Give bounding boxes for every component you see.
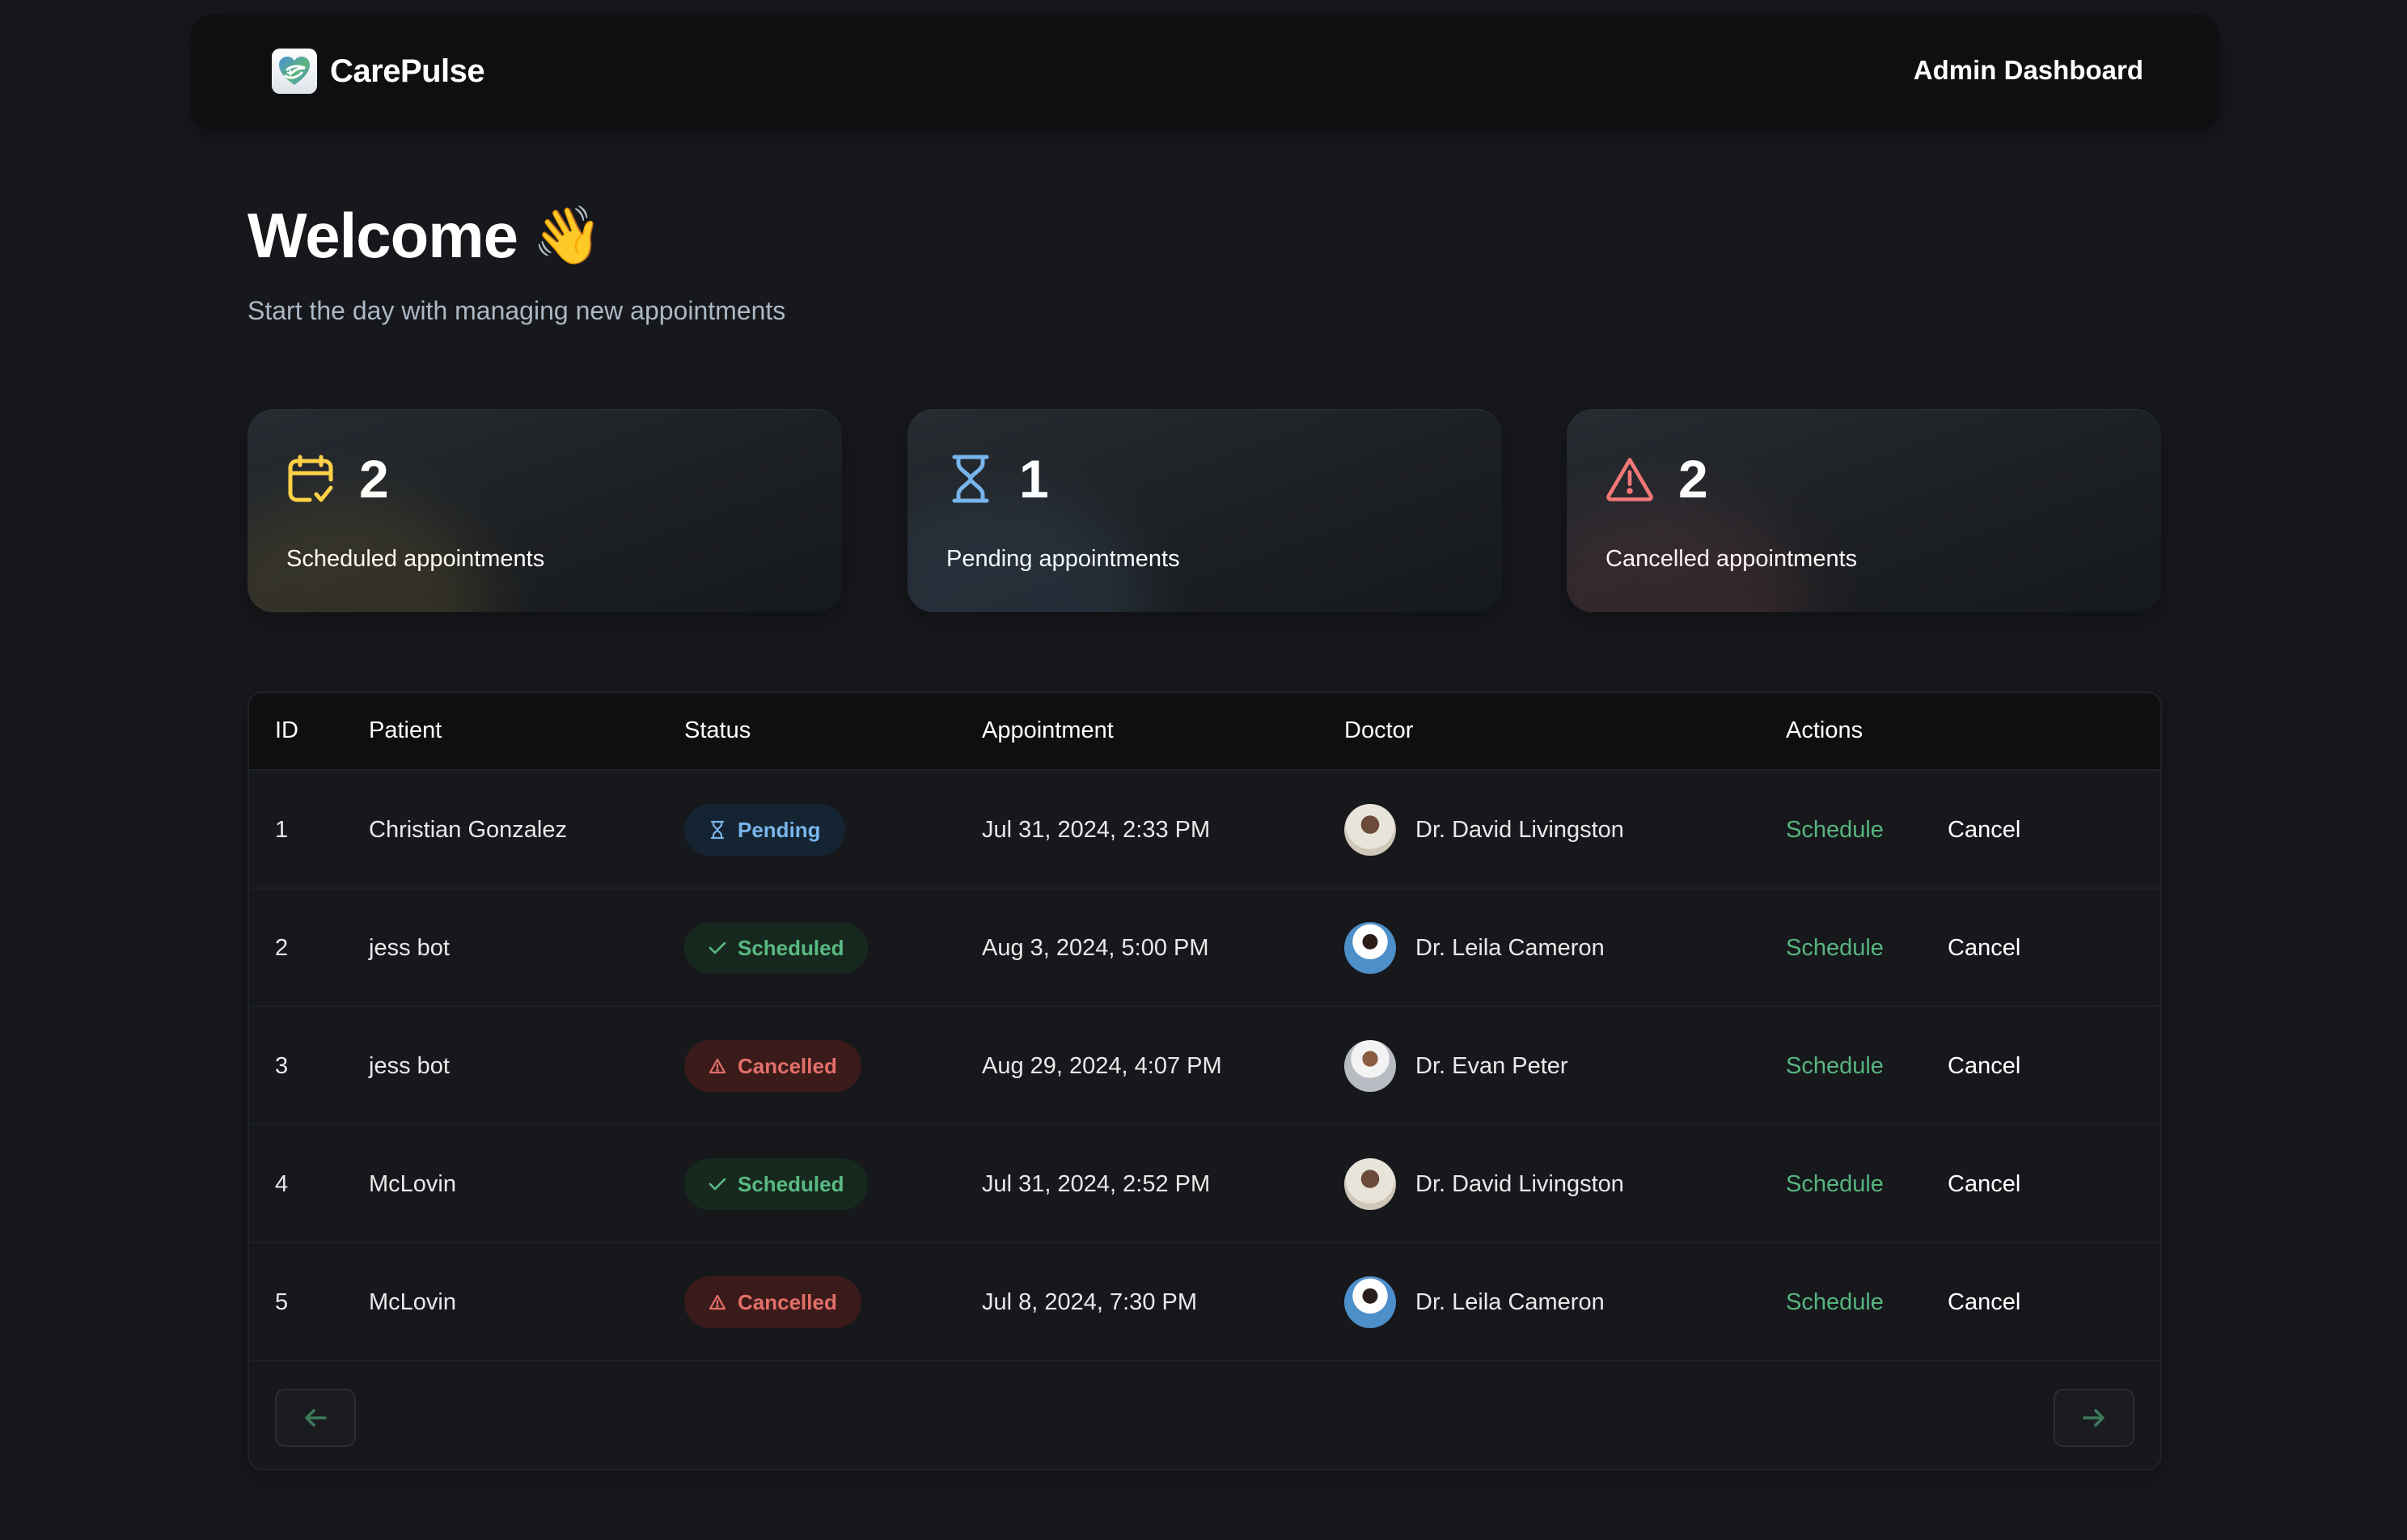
doctor-name: Dr. David Livingston [1415, 816, 1624, 843]
arrow-right-icon [2083, 1409, 2105, 1427]
cell-id: 1 [275, 816, 289, 843]
header-title: Admin Dashboard [1913, 55, 2143, 85]
doctor-name: Dr. Leila Cameron [1415, 1288, 1605, 1315]
schedule-button[interactable]: Schedule [1786, 1243, 1884, 1361]
status-text: Pending [738, 817, 821, 842]
cell-patient: jess bot [369, 934, 450, 961]
stat-card-cancelled: 2 Cancelled appointments [1567, 409, 2161, 612]
column-header-doctor: Doctor [1344, 717, 1414, 743]
status-badge: Scheduled [684, 922, 869, 974]
cancelled-count: 2 [1678, 449, 1708, 509]
cell-patient: McLovin [369, 1288, 456, 1315]
calendar-check-icon [286, 453, 335, 505]
doctor-name: Dr. Evan Peter [1415, 1052, 1568, 1079]
cell-appointment: Jul 31, 2024, 2:33 PM [982, 816, 1211, 843]
doctor-avatar [1344, 1158, 1396, 1210]
cell-patient: McLovin [369, 1170, 456, 1197]
table-header: ID Patient Status Appointment Doctor Act… [249, 693, 2160, 771]
brand-logo[interactable]: CarePulse [272, 49, 485, 94]
cell-doctor: Dr. Leila Cameron [1344, 889, 1605, 1007]
hourglass-icon [709, 820, 726, 840]
doctor-name: Dr. David Livingston [1415, 1170, 1624, 1197]
cell-status: Scheduled [684, 1125, 869, 1243]
alert-triangle-icon [709, 1292, 726, 1312]
column-header-id: ID [275, 717, 298, 743]
doctor-avatar [1344, 1040, 1396, 1092]
table-row: 1 Christian Gonzalez Pending Jul 31, 2024, … [249, 771, 2160, 889]
next-page-button[interactable] [2054, 1389, 2134, 1447]
check-icon [709, 938, 726, 958]
doctor-avatar [1344, 804, 1396, 856]
brand-name: CarePulse [330, 53, 485, 89]
cell-appointment: Jul 31, 2024, 2:52 PM [982, 1170, 1211, 1197]
cell-id: 4 [275, 1170, 289, 1197]
status-text: Cancelled [738, 1289, 837, 1314]
doctor-avatar [1344, 922, 1396, 974]
column-header-appointment: Appointment [982, 717, 1114, 743]
cell-doctor: Dr. Leila Cameron [1344, 1243, 1605, 1361]
status-badge: Pending [684, 804, 845, 856]
column-header-status: Status [684, 717, 751, 743]
status-text: Scheduled [738, 935, 844, 960]
check-icon [709, 1174, 726, 1194]
pending-label: Pending appointments [946, 546, 1180, 572]
scheduled-label: Scheduled appointments [286, 546, 545, 572]
status-badge: Cancelled [684, 1040, 861, 1092]
alert-triangle-icon [709, 1056, 726, 1076]
cancel-button[interactable]: Cancel [1948, 771, 2020, 889]
cell-doctor: Dr. David Livingston [1344, 1125, 1624, 1243]
cell-appointment: Aug 3, 2024, 5:00 PM [982, 934, 1209, 961]
carepulse-logo-icon [272, 49, 317, 94]
doctor-name: Dr. Leila Cameron [1415, 934, 1605, 961]
cell-doctor: Dr. Evan Peter [1344, 1007, 1568, 1125]
welcome-title: Welcome [247, 200, 518, 271]
status-text: Cancelled [738, 1053, 837, 1078]
cancelled-label: Cancelled appointments [1605, 546, 1858, 572]
cell-id: 2 [275, 934, 289, 961]
stat-card-pending: 1 Pending appointments [907, 409, 1502, 612]
welcome-heading: Welcome 👋 [247, 199, 603, 273]
hourglass-icon [946, 453, 995, 505]
cell-id: 5 [275, 1288, 289, 1315]
cell-patient: jess bot [369, 1052, 450, 1079]
doctor-avatar [1344, 1276, 1396, 1328]
pending-count: 1 [1019, 449, 1049, 509]
schedule-button[interactable]: Schedule [1786, 771, 1884, 889]
table-row: 2 jess bot Scheduled Aug 3, 2024, 5:00 PM Dr… [249, 889, 2160, 1007]
schedule-button[interactable]: Schedule [1786, 889, 1884, 1007]
waving-hand-icon: 👋 [532, 203, 603, 267]
status-text: Scheduled [738, 1171, 844, 1196]
cell-appointment: Aug 29, 2024, 4:07 PM [982, 1052, 1222, 1079]
top-header: CarePulse Admin Dashboard [191, 15, 2220, 129]
schedule-button[interactable]: Schedule [1786, 1125, 1884, 1243]
table-row: 4 McLovin Scheduled Jul 31, 2024, 2:52 PM Dr… [249, 1125, 2160, 1243]
cell-patient: Christian Gonzalez [369, 816, 567, 843]
schedule-button[interactable]: Schedule [1786, 1007, 1884, 1125]
cell-status: Pending [684, 771, 845, 889]
table-row: 3 jess bot Cancelled Aug 29, 2024, 4:07 PM D… [249, 1007, 2160, 1125]
alert-triangle-icon [1605, 453, 1654, 505]
cancel-button[interactable]: Cancel [1948, 1007, 2020, 1125]
cell-status: Scheduled [684, 889, 869, 1007]
cell-doctor: Dr. David Livingston [1344, 771, 1624, 889]
status-badge: Cancelled [684, 1276, 861, 1328]
status-badge: Scheduled [684, 1158, 869, 1210]
appointments-table: ID Patient Status Appointment Doctor Act… [247, 692, 2162, 1470]
column-header-patient: Patient [369, 717, 442, 743]
cancel-button[interactable]: Cancel [1948, 1243, 2020, 1361]
scheduled-count: 2 [359, 449, 389, 509]
welcome-subtitle: Start the day with managing new appointm… [247, 296, 786, 325]
table-row: 5 McLovin Cancelled Jul 8, 2024, 7:30 PM Dr.… [249, 1243, 2160, 1361]
cell-status: Cancelled [684, 1007, 861, 1125]
cell-id: 3 [275, 1052, 289, 1079]
stat-card-scheduled: 2 Scheduled appointments [247, 409, 842, 612]
cancel-button[interactable]: Cancel [1948, 1125, 2020, 1243]
previous-page-button[interactable] [275, 1389, 356, 1447]
cell-status: Cancelled [684, 1243, 861, 1361]
cell-appointment: Jul 8, 2024, 7:30 PM [982, 1288, 1197, 1315]
cancel-button[interactable]: Cancel [1948, 889, 2020, 1007]
arrow-left-icon [305, 1409, 327, 1427]
column-header-actions: Actions [1786, 717, 1863, 743]
